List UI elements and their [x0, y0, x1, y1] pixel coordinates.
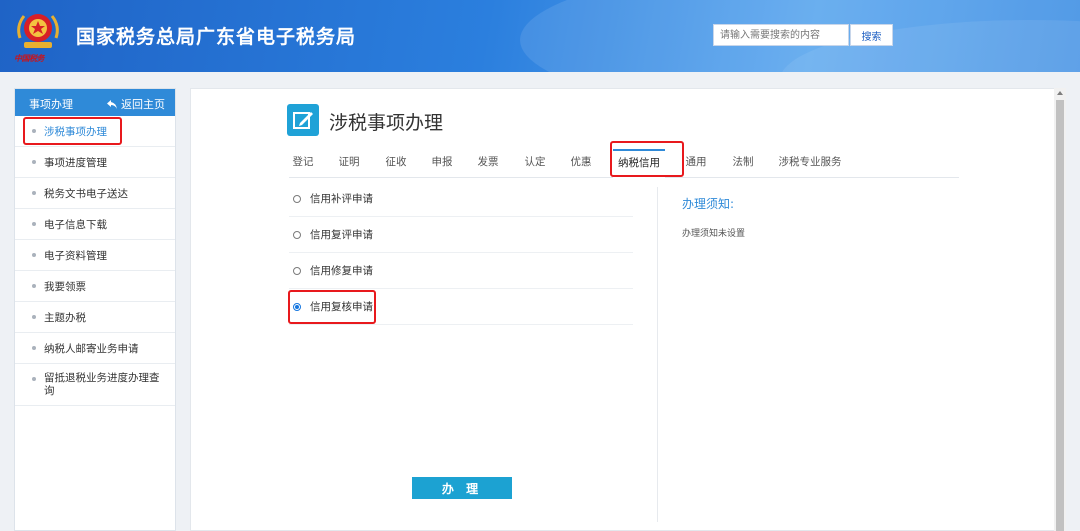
option-label: 信用复核申请 — [310, 301, 373, 313]
tab-professional-service[interactable]: 涉税专业服务 — [775, 149, 845, 177]
bullet-icon — [32, 191, 36, 195]
search-button[interactable]: 搜索 — [850, 24, 893, 46]
submit-button[interactable]: 办 理 — [412, 477, 512, 499]
bullet-icon — [32, 253, 36, 257]
top-banner: 中国税务 国家税务总局广东省电子税务局 搜索 — [0, 0, 1080, 72]
notice-text: 办理须知未设置 — [682, 229, 746, 239]
scroll-up-arrow-icon[interactable] — [1057, 91, 1063, 95]
tab-preferential[interactable]: 优惠 — [567, 149, 595, 177]
radio-checked[interactable] — [293, 302, 301, 311]
search-input[interactable] — [713, 24, 849, 46]
sidebar-item-label: 留抵退税业务进度办理查询 — [44, 372, 160, 397]
sidebar-item-label: 电子资料管理 — [44, 249, 107, 262]
sidebar-item-refund-progress[interactable]: 留抵退税业务进度办理查询 — [15, 364, 175, 406]
sidebar-header: 事项办理 返回主页 — [15, 89, 175, 116]
option-label: 信用修复申请 — [310, 265, 373, 277]
bullet-icon — [32, 284, 36, 288]
option-credit-repair[interactable]: 信用修复申请 — [289, 253, 633, 289]
scroll-thumb[interactable] — [1056, 100, 1064, 531]
sidebar-item-invoice[interactable]: 我要领票 — [15, 271, 175, 302]
bullet-icon — [32, 160, 36, 164]
bullet-icon — [32, 346, 36, 350]
tab-recognition[interactable]: 认定 — [521, 149, 549, 177]
page-title: 涉税事项办理 — [329, 112, 444, 134]
bullet-icon — [32, 377, 36, 381]
vertical-scrollbar[interactable] — [1054, 88, 1066, 531]
sidebar-item-download[interactable]: 电子信息下载 — [15, 209, 175, 240]
category-tabs: 登记 证明 征收 申报 发票 认定 优惠 纳税信用 通用 法制 涉税专业服务 — [289, 149, 959, 179]
tab-certificate[interactable]: 证明 — [335, 149, 363, 177]
tab-registration[interactable]: 登记 — [289, 149, 317, 177]
sidebar-item-label: 主题办税 — [44, 311, 86, 324]
main-panel: 涉税事项办理 登记 证明 征收 申报 发票 认定 优惠 纳税信用 通用 法制 涉… — [190, 88, 1066, 531]
back-home-label: 返回主页 — [121, 98, 165, 111]
option-label: 信用补评申请 — [310, 193, 373, 205]
sidebar-item-label: 纳税人邮寄业务申请 — [44, 342, 139, 355]
tab-general[interactable]: 通用 — [682, 149, 710, 177]
bullet-icon — [32, 129, 36, 133]
sidebar-item-theme-tax[interactable]: 主题办税 — [15, 302, 175, 333]
back-home-link[interactable]: 返回主页 — [107, 96, 165, 112]
edit-icon — [287, 104, 319, 136]
site-title: 国家税务总局广东省电子税务局 — [76, 26, 357, 48]
sidebar-item-label: 我要领票 — [44, 280, 86, 293]
sidebar-item-e-documents[interactable]: 电子资料管理 — [15, 240, 175, 271]
sidebar-item-label: 税务文书电子送达 — [44, 187, 128, 200]
tab-collection[interactable]: 征收 — [382, 149, 410, 177]
sidebar-item-progress[interactable]: 事项进度管理 — [15, 147, 175, 178]
sidebar-title: 事项办理 — [29, 98, 73, 111]
radio-unchecked[interactable] — [293, 230, 301, 239]
tab-declaration[interactable]: 申报 — [428, 149, 456, 177]
radio-unchecked[interactable] — [293, 266, 301, 275]
sidebar: 事项办理 返回主页 涉税事项办理 事项进度管理 税务文书电子送达 电子信息下载 … — [14, 88, 176, 531]
bullet-icon — [32, 222, 36, 226]
tab-invoice[interactable]: 发票 — [474, 149, 502, 177]
sidebar-item-mail-service[interactable]: 纳税人邮寄业务申请 — [15, 333, 175, 364]
option-credit-supplement[interactable]: 信用补评申请 — [289, 181, 633, 217]
sidebar-item-tax-matters[interactable]: 涉税事项办理 — [15, 116, 175, 147]
tax-emblem-icon — [17, 14, 59, 48]
sidebar-item-e-delivery[interactable]: 税务文书电子送达 — [15, 178, 175, 209]
option-credit-review[interactable]: 信用复核申请 — [289, 289, 633, 325]
sidebar-item-label: 电子信息下载 — [44, 218, 107, 231]
notice-title: 办理须知: — [682, 197, 735, 211]
bullet-icon — [32, 315, 36, 319]
radio-unchecked[interactable] — [293, 194, 301, 203]
tab-legal[interactable]: 法制 — [729, 149, 757, 177]
tab-tax-credit[interactable]: 纳税信用 — [613, 149, 665, 179]
sidebar-item-label: 涉税事项办理 — [44, 125, 107, 138]
option-label: 信用复评申请 — [310, 229, 373, 241]
option-credit-reevaluation[interactable]: 信用复评申请 — [289, 217, 633, 253]
slogan-logo-text: 中国税务 — [14, 53, 45, 63]
back-arrow-icon — [107, 99, 117, 109]
column-divider — [657, 187, 658, 522]
sidebar-item-label: 事项进度管理 — [44, 156, 107, 169]
